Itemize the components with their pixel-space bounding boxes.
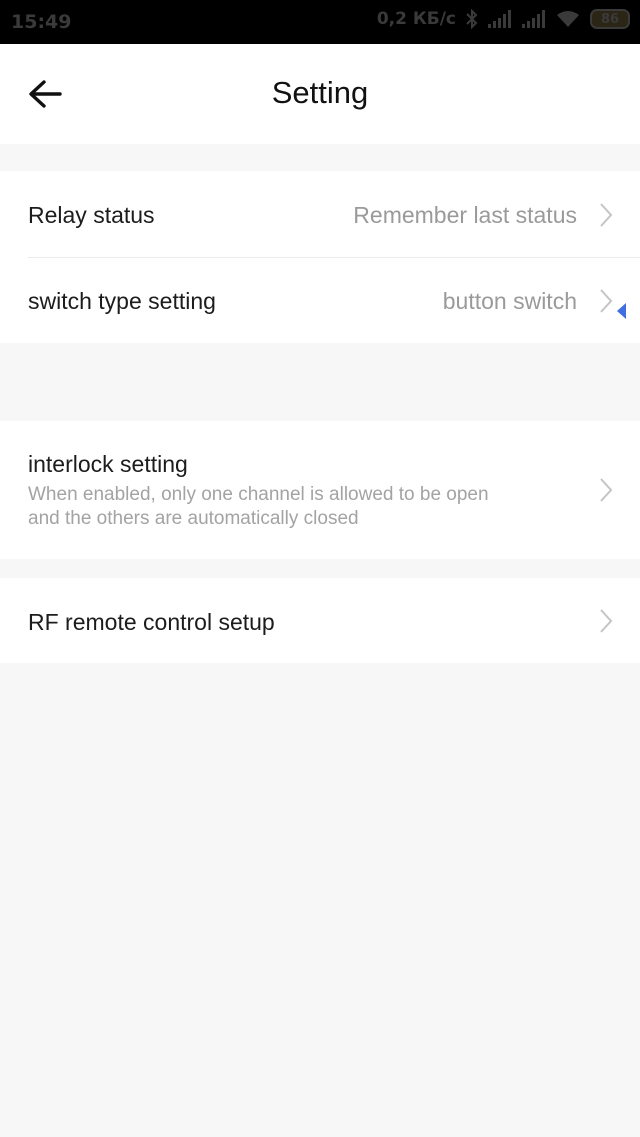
status-time: 15:49 bbox=[11, 11, 72, 33]
chevron-right-icon bbox=[600, 203, 613, 227]
interlock-label: interlock setting bbox=[28, 451, 188, 477]
switch-type-value: button switch bbox=[442, 288, 577, 314]
chevron-right-icon bbox=[600, 609, 613, 633]
interlock-row[interactable]: interlock setting When enabled, only one… bbox=[0, 421, 640, 559]
interlock-description: When enabled, only one channel is allowe… bbox=[28, 484, 489, 529]
battery-level: 86 bbox=[600, 11, 620, 27]
rf-remote-label: RF remote control setup bbox=[28, 609, 275, 635]
status-bar: 15:49 0,2 КБ/с 86 bbox=[0, 0, 640, 44]
settings-group-interlock: interlock setting When enabled, only one… bbox=[0, 421, 640, 559]
relay-status-value: Remember last status bbox=[353, 202, 577, 228]
network-speed: 0,2 КБ/с bbox=[376, 9, 456, 29]
settings-group-primary: Relay status Remember last status switch… bbox=[0, 171, 640, 343]
relay-status-row[interactable]: Relay status Remember last status bbox=[0, 171, 640, 257]
edge-handle-indicator[interactable] bbox=[617, 303, 626, 319]
relay-status-label: Relay status bbox=[28, 202, 155, 228]
status-indicators: 0,2 КБ/с 86 bbox=[377, 9, 630, 29]
chevron-right-icon bbox=[600, 289, 613, 313]
signal-icon bbox=[488, 10, 511, 28]
settings-group-rf: RF remote control setup bbox=[0, 578, 640, 663]
wifi-icon bbox=[557, 11, 579, 27]
app-header: Setting bbox=[0, 44, 640, 144]
chevron-right-icon bbox=[600, 478, 613, 502]
page-title: Setting bbox=[271, 75, 369, 110]
switch-type-label: switch type setting bbox=[28, 288, 216, 314]
battery-icon: 86 bbox=[590, 9, 630, 29]
switch-type-row[interactable]: switch type setting button switch bbox=[0, 257, 640, 343]
bluetooth-icon bbox=[466, 9, 478, 29]
signal-icon bbox=[522, 10, 545, 28]
rf-remote-row[interactable]: RF remote control setup bbox=[0, 578, 640, 663]
